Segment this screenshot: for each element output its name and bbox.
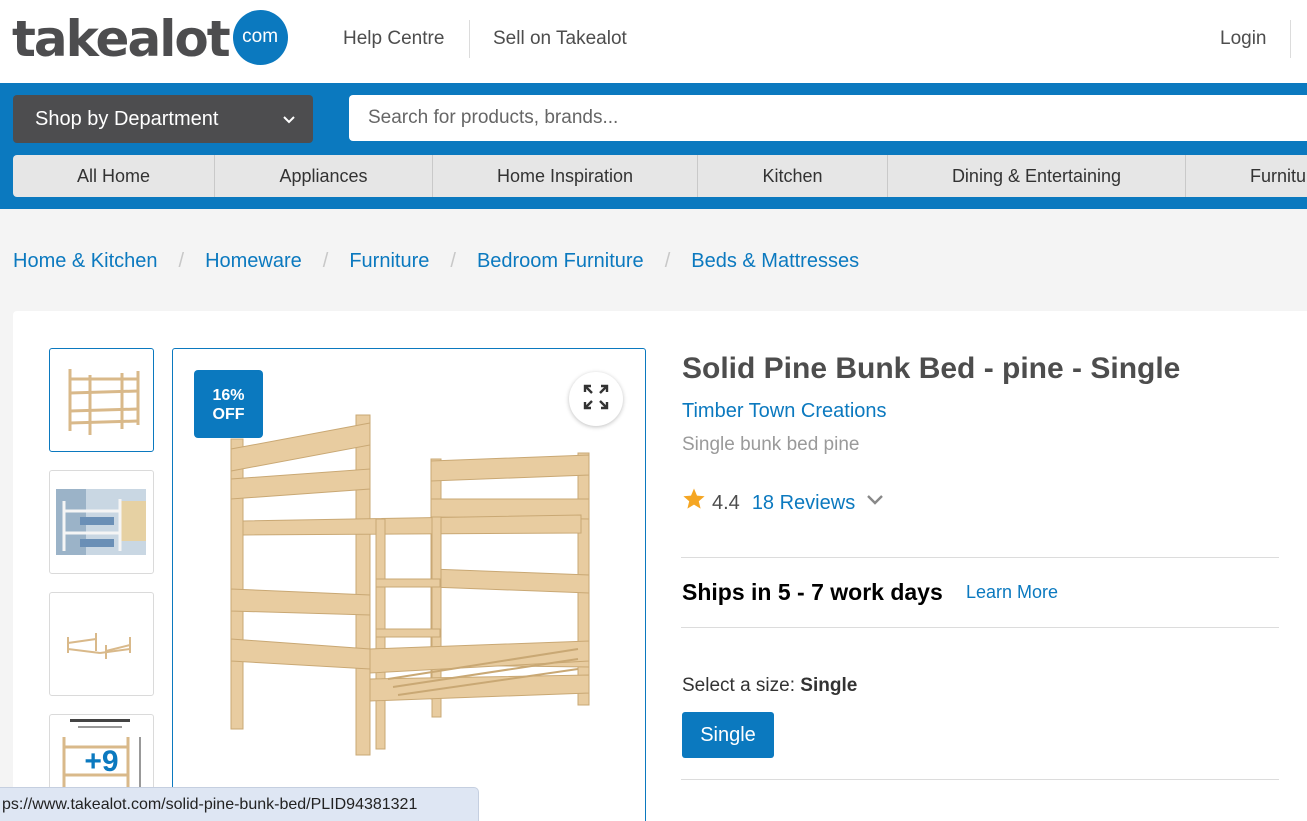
bunk-bed-thumbnail-image bbox=[68, 369, 140, 435]
rating-summary: 4.4 18 Reviews bbox=[682, 487, 885, 518]
category-tab-kitchen[interactable]: Kitchen bbox=[698, 155, 888, 197]
expand-icon bbox=[582, 383, 610, 416]
brand-link[interactable]: Timber Town Creations bbox=[682, 399, 887, 423]
divider bbox=[681, 557, 1279, 558]
login-link[interactable]: Login bbox=[1220, 28, 1267, 50]
shipping-info: Ships in 5 - 7 work days bbox=[682, 579, 943, 605]
main-product-image[interactable]: 16% OFF bbox=[172, 348, 646, 821]
breadcrumb-separator: / bbox=[322, 250, 329, 272]
search-input[interactable]: Search for products, brands... bbox=[349, 95, 1307, 141]
gallery-thumbnail-3[interactable] bbox=[49, 592, 154, 696]
top-bar: takealot com Help Centre Sell on Takealo… bbox=[0, 0, 1307, 83]
size-selector-label: Select a size: Single bbox=[682, 674, 857, 697]
reviews-link[interactable]: 18 Reviews bbox=[752, 490, 855, 516]
fullscreen-button[interactable] bbox=[569, 372, 623, 426]
single-beds-thumbnail-image bbox=[67, 633, 131, 659]
size-prompt: Select a size: bbox=[682, 675, 795, 696]
breadcrumb-home-kitchen[interactable]: Home & Kitchen bbox=[13, 249, 158, 273]
link-status-bar: ps://www.takealot.com/solid-pine-bunk-be… bbox=[0, 787, 479, 821]
breadcrumb-separator: / bbox=[664, 250, 671, 272]
breadcrumb-furniture[interactable]: Furniture bbox=[349, 249, 429, 273]
divider bbox=[681, 779, 1279, 780]
category-tab-appliances[interactable]: Appliances bbox=[215, 155, 433, 197]
size-option-single-button[interactable]: Single bbox=[682, 712, 774, 758]
breadcrumb-bedroom-furniture[interactable]: Bedroom Furniture bbox=[477, 249, 644, 273]
help-centre-link[interactable]: Help Centre bbox=[343, 28, 444, 50]
department-label: Shop by Department bbox=[35, 107, 219, 130]
shop-by-department-button[interactable]: Shop by Department bbox=[13, 95, 313, 143]
logo-com-badge: com bbox=[232, 9, 288, 65]
bedroom-scene-thumbnail-image bbox=[56, 489, 146, 555]
discount-off: OFF bbox=[212, 406, 245, 423]
selected-size: Single bbox=[800, 675, 858, 696]
chevron-down-icon bbox=[281, 110, 297, 133]
product-subtitle: Single bunk bed pine bbox=[682, 434, 860, 455]
breadcrumb-separator: / bbox=[450, 250, 456, 272]
star-icon bbox=[682, 487, 706, 518]
category-tab-dining-entertaining[interactable]: Dining & Entertaining bbox=[888, 155, 1186, 197]
category-tab-home-inspiration[interactable]: Home Inspiration bbox=[433, 155, 698, 197]
takealot-logo[interactable]: takealot com bbox=[12, 9, 288, 68]
category-tab-all-home[interactable]: All Home bbox=[13, 155, 215, 197]
main-header: Shop by Department Search for products, … bbox=[0, 83, 1307, 209]
logo-wordmark: takealot bbox=[12, 10, 231, 68]
discount-badge: 16% OFF bbox=[194, 370, 263, 438]
chevron-down-icon[interactable] bbox=[865, 489, 885, 516]
breadcrumb-separator: / bbox=[178, 250, 185, 272]
discount-percent: 16% bbox=[212, 387, 245, 404]
divider bbox=[681, 627, 1279, 628]
category-tab-furniture[interactable]: Furnitu bbox=[1186, 155, 1307, 197]
top-divider bbox=[1290, 20, 1291, 58]
learn-more-link[interactable]: Learn More bbox=[966, 581, 1058, 603]
search-placeholder: Search for products, brands... bbox=[368, 107, 619, 128]
breadcrumb-homeware[interactable]: Homeware bbox=[205, 249, 302, 273]
sell-on-takealot-link[interactable]: Sell on Takealot bbox=[493, 28, 627, 50]
more-images-count: +9 bbox=[84, 745, 119, 778]
top-divider bbox=[469, 20, 470, 58]
rating-score: 4.4 bbox=[712, 491, 740, 514]
gallery-thumbnail-2[interactable] bbox=[49, 470, 154, 574]
product-title: Solid Pine Bunk Bed - pine - Single bbox=[682, 352, 1181, 385]
breadcrumb: Home & Kitchen / Homeware / Furniture / … bbox=[13, 249, 859, 273]
breadcrumb-beds-mattresses[interactable]: Beds & Mattresses bbox=[691, 249, 859, 273]
gallery-thumbnail-1[interactable] bbox=[49, 348, 154, 452]
category-nav: All Home Appliances Home Inspiration Kit… bbox=[13, 155, 1307, 197]
